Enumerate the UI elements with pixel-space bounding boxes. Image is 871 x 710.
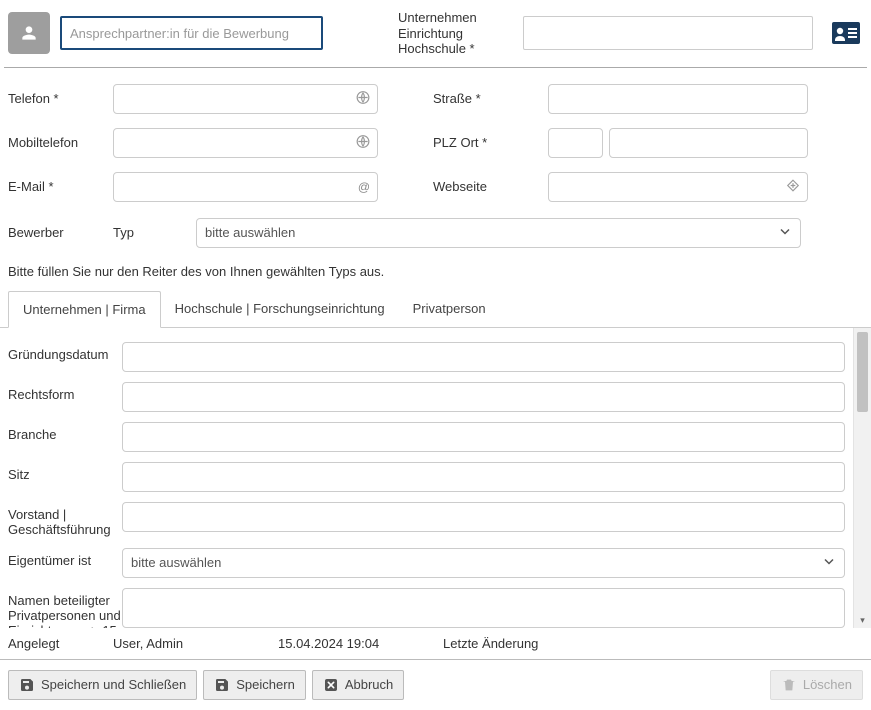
- button-bar: Speichern und Schließen Speichern Abbruc…: [0, 660, 871, 710]
- chevron-down-icon: [823, 555, 835, 570]
- scrollbar-thumb[interactable]: [857, 332, 868, 412]
- header-row: Unternehmen Einrichtung Hochschule *: [0, 0, 871, 67]
- telefon-label: Telefon *: [8, 91, 113, 106]
- strasse-label: Straße *: [433, 91, 548, 106]
- save-close-icon: [19, 677, 35, 693]
- telefon-input[interactable]: [113, 84, 378, 114]
- save-icon: [214, 677, 230, 693]
- ort-input[interactable]: [609, 128, 808, 158]
- angelegt-label: Angelegt: [8, 636, 113, 651]
- person-icon: [19, 23, 39, 43]
- avatar-button[interactable]: [8, 12, 50, 54]
- bewerber-row: Bewerber Typ bitte auswählen: [0, 212, 871, 260]
- mobiltelefon-input[interactable]: [113, 128, 378, 158]
- branche-input[interactable]: [122, 422, 845, 452]
- vorstand-input[interactable]: [122, 502, 845, 532]
- angelegt-user: User, Admin: [113, 636, 278, 651]
- save-close-button[interactable]: Speichern und Schließen: [8, 670, 197, 700]
- eigentuemer-label: Eigentümer ist: [8, 548, 122, 569]
- trash-icon: [781, 677, 797, 693]
- id-card-button[interactable]: [829, 16, 863, 50]
- plz-input[interactable]: [548, 128, 603, 158]
- mobiltelefon-label: Mobiltelefon: [8, 135, 113, 150]
- beteiligte-input[interactable]: [122, 588, 845, 628]
- angelegt-datetime: 15.04.2024 19:04: [278, 636, 443, 651]
- strasse-input[interactable]: [548, 84, 808, 114]
- beteiligte-label: Namen beteiligter Privatpersonen und Ein…: [8, 588, 122, 628]
- scrollbar-down-icon: ▾: [854, 615, 871, 626]
- chevron-down-icon: [779, 225, 791, 240]
- plzort-label: PLZ Ort *: [433, 135, 548, 150]
- webseite-label: Webseite: [433, 179, 548, 194]
- webseite-input[interactable]: [548, 172, 808, 202]
- audit-row: Angelegt User, Admin 15.04.2024 19:04 Le…: [0, 628, 871, 660]
- vorstand-label: Vorstand | Geschäftsführung: [8, 502, 122, 538]
- save-button[interactable]: Speichern: [203, 670, 306, 700]
- branche-label: Branche: [8, 422, 122, 443]
- email-label: E-Mail *: [8, 179, 113, 194]
- id-card-icon: [832, 21, 860, 45]
- eigentuemer-select[interactable]: bitte auswählen: [122, 548, 845, 578]
- organization-input[interactable]: [523, 16, 813, 50]
- close-icon: [323, 677, 339, 693]
- sitz-input[interactable]: [122, 462, 845, 492]
- cancel-button[interactable]: Abbruch: [312, 670, 404, 700]
- hint-text: Bitte füllen Sie nur den Reiter des von …: [0, 260, 871, 291]
- bewerber-label: Bewerber: [8, 225, 113, 240]
- sitz-label: Sitz: [8, 462, 122, 483]
- email-input[interactable]: [113, 172, 378, 202]
- tab-unternehmen[interactable]: Unternehmen | Firma: [8, 291, 161, 328]
- tab-bar: Unternehmen | Firma Hochschule | Forschu…: [0, 291, 871, 328]
- tab-hochschule[interactable]: Hochschule | Forschungseinrichtung: [161, 291, 399, 327]
- delete-button[interactable]: Löschen: [770, 670, 863, 700]
- rechtsform-input[interactable]: [122, 382, 845, 412]
- tab-privatperson[interactable]: Privatperson: [399, 291, 500, 327]
- scrollbar[interactable]: ▾: [853, 328, 871, 628]
- rechtsform-label: Rechtsform: [8, 382, 122, 403]
- typ-select[interactable]: bitte auswählen: [196, 218, 801, 248]
- gruendungsdatum-input[interactable]: [122, 342, 845, 372]
- letzte-aenderung-label: Letzte Änderung: [443, 636, 583, 651]
- contact-person-input[interactable]: [60, 16, 323, 50]
- organization-label: Unternehmen Einrichtung Hochschule *: [398, 10, 513, 57]
- typ-label: Typ: [113, 225, 196, 240]
- tab-content: Gründungsdatum Rechtsform Branche Sitz V…: [0, 328, 853, 628]
- main-form: Telefon * Straße * Mobiltelefon PLZ Ort …: [0, 68, 871, 212]
- gruendungsdatum-label: Gründungsdatum: [8, 342, 122, 363]
- scroll-area: Gründungsdatum Rechtsform Branche Sitz V…: [0, 328, 871, 628]
